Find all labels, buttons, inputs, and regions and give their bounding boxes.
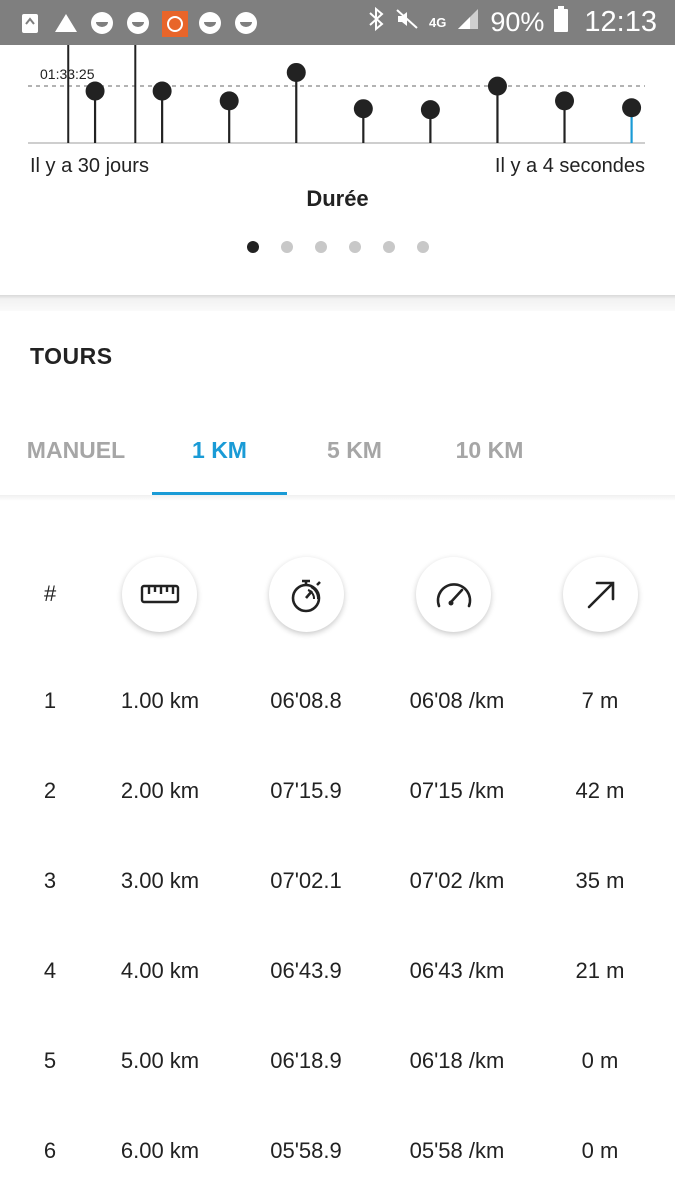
lap-time: 06'08.8 (270, 688, 342, 713)
lap-pace: 07'02 /km (409, 868, 505, 893)
tab-manual[interactable]: MANUEL (0, 405, 152, 495)
signal-icon (456, 7, 480, 38)
chart-title: Durée (306, 186, 369, 211)
app-notification-icon (162, 10, 188, 37)
smiley-notification-icon (90, 11, 114, 35)
lap-distance: 4.00 km (120, 958, 200, 983)
table-row[interactable]: 3 3.00 km 07'02.1 07'02 /km 35 m (0, 868, 675, 908)
tab-1km[interactable]: 1 KM (152, 405, 287, 495)
lap-pace: 05'58 /km (409, 1138, 505, 1163)
notification-icons (18, 0, 258, 45)
x-axis-end-label: Il y a 4 secondes (494, 155, 645, 177)
lap-time: 07'15.9 (270, 778, 342, 803)
lap-number: 5 (43, 1048, 57, 1073)
page-dot[interactable] (246, 241, 259, 253)
table-row[interactable]: 2 2.00 km 07'15.9 07'15 /km 42 m (0, 778, 675, 818)
lap-ascent: 7 m (581, 688, 619, 713)
data-point[interactable] (622, 98, 642, 118)
warning-triangle-icon (54, 11, 78, 35)
data-point[interactable] (555, 91, 575, 111)
lap-time: 06'18.9 (270, 1048, 342, 1073)
lap-ascent: 35 m (575, 868, 625, 893)
data-point[interactable] (219, 91, 239, 111)
page-dot[interactable] (314, 241, 327, 253)
lap-distance: 3.00 km (120, 868, 200, 893)
page-dot[interactable] (382, 241, 395, 253)
lap-ascent: 0 m (581, 1138, 619, 1163)
clock: 12:13 (584, 6, 657, 38)
lap-time: 07'02.1 (270, 868, 342, 893)
lap-number: 4 (43, 958, 57, 983)
lap-ascent: 21 m (575, 958, 625, 983)
ascent-arrow-icon[interactable] (563, 557, 638, 632)
page-dot[interactable] (348, 241, 361, 253)
page-indicator[interactable] (0, 241, 675, 253)
duration-chart: 01:33:25 (28, 45, 645, 144)
data-point[interactable] (85, 81, 105, 101)
data-point[interactable] (152, 81, 172, 101)
smiley-notification-icon (126, 11, 150, 35)
lap-number: 6 (43, 1138, 57, 1163)
section-divider (0, 295, 675, 311)
lap-distance: 6.00 km (120, 1138, 200, 1163)
lap-time: 05'58.9 (270, 1138, 342, 1163)
battery-icon (554, 6, 569, 39)
data-point[interactable] (420, 100, 440, 120)
network-label: 4G (429, 15, 447, 30)
data-point[interactable] (286, 62, 306, 82)
battery-percent: 90% (490, 7, 545, 37)
lap-pace: 06'18 /km (409, 1048, 505, 1073)
status-bar: 4G 90% 12:13 (0, 0, 675, 45)
lap-pace: 06'08 /km (409, 688, 505, 713)
bluetooth-icon (367, 6, 385, 39)
x-axis-start-label: Il y a 30 jours (30, 155, 149, 177)
data-point[interactable] (487, 76, 507, 96)
recycle-notification-icon (18, 11, 42, 35)
tab-10km[interactable]: 10 KM (422, 405, 557, 495)
table-row[interactable]: 5 5.00 km 06'18.9 06'18 /km 0 m (0, 1048, 675, 1088)
table-header: # (0, 557, 675, 632)
page-dot[interactable] (416, 241, 429, 253)
lap-pace: 06'43 /km (409, 958, 505, 983)
lap-tabs: MANUEL 1 KM 5 KM 10 KM (0, 405, 675, 496)
mute-icon (395, 7, 419, 38)
smiley-notification-icon (234, 11, 258, 35)
page-dot[interactable] (280, 241, 293, 253)
section-title: TOURS (30, 343, 113, 369)
ruler-icon[interactable] (122, 557, 197, 632)
stopwatch-icon[interactable] (269, 557, 344, 632)
data-point[interactable] (353, 99, 373, 119)
lap-time: 06'43.9 (270, 958, 342, 983)
speedometer-icon[interactable] (416, 557, 491, 632)
duration-chart-card[interactable]: 01:33:25 Il y a 30 jours Il y a 4 second… (0, 45, 675, 295)
table-row[interactable]: 1 1.00 km 06'08.8 06'08 /km 7 m (0, 688, 675, 728)
lap-number: 2 (43, 778, 57, 803)
lap-ascent: 42 m (575, 778, 625, 803)
lap-number-header: # (44, 581, 57, 606)
table-row[interactable]: 4 4.00 km 06'43.9 06'43 /km 21 m (0, 958, 675, 998)
lap-distance: 5.00 km (120, 1048, 200, 1073)
tab-5km[interactable]: 5 KM (287, 405, 422, 495)
system-status: 4G 90% 12:13 (367, 0, 657, 45)
lap-distance: 1.00 km (120, 688, 200, 713)
table-row[interactable]: 6 6.00 km 05'58.9 05'58 /km 0 m (0, 1138, 675, 1178)
smiley-notification-icon (198, 11, 222, 35)
lap-number: 3 (43, 868, 57, 893)
lap-distance: 2.00 km (120, 778, 200, 803)
lap-ascent: 0 m (581, 1048, 619, 1073)
lap-number: 1 (43, 688, 57, 713)
lap-pace: 07'15 /km (409, 778, 505, 803)
tabs-shadow (0, 495, 675, 501)
